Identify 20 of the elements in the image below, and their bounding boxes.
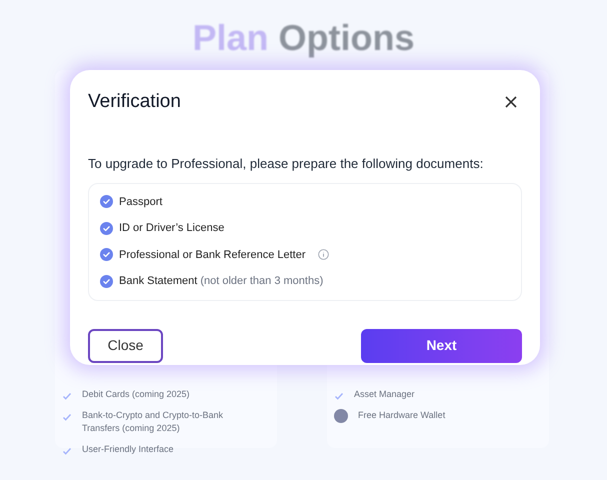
dialog-title: Verification — [88, 90, 181, 114]
feature-text: Bank-to-Crypto and Crypto-to-Bank Transfers (coming 2025) — [82, 409, 224, 435]
next-button[interactable]: Next — [361, 328, 522, 362]
document-label: Bank Statement (not older than 3 months) — [119, 274, 324, 289]
check-icon — [62, 446, 72, 456]
feature-text: Free Hardware Wallet — [358, 409, 446, 422]
feature-text: Debit Cards (coming 2025) — [82, 388, 191, 401]
check-icon — [62, 391, 72, 401]
check-icon — [62, 412, 72, 422]
feature-text: User-Friendly Interface — [82, 443, 175, 456]
document-label: ID or Driver’s License — [119, 221, 224, 236]
coin-icon — [334, 409, 348, 423]
feature-text: Asset Manager — [354, 388, 416, 401]
page-title: Plan Options — [192, 16, 415, 60]
close-icon[interactable] — [504, 95, 518, 109]
intro-text: To upgrade to Professional, please prepare the following documents: — [88, 155, 484, 173]
check-icon — [334, 391, 344, 401]
document-label: Professional or Bank Reference Letter — [119, 248, 306, 262]
document-label: Passport — [119, 194, 162, 210]
close-button[interactable]: Close — [88, 328, 163, 362]
